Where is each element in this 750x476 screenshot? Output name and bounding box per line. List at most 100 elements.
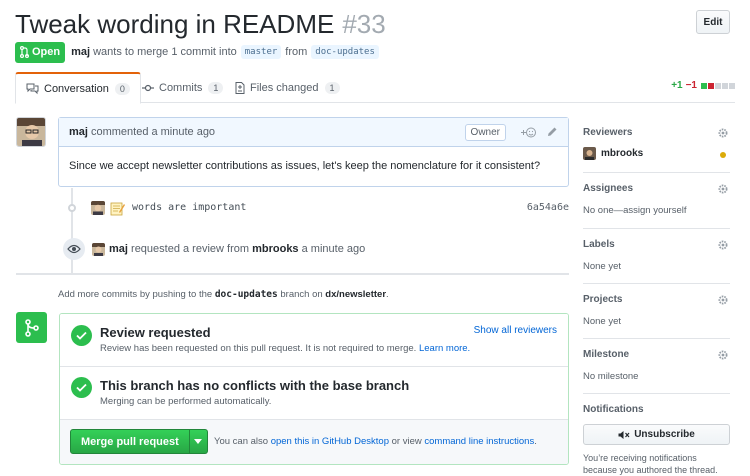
review-status-title: Review requested (100, 325, 211, 340)
comment-header: maj commented a minute ago Owner (59, 118, 568, 147)
git-commit-icon (142, 83, 154, 93)
head-branch: doc-updates (311, 45, 379, 59)
state-label: Open (32, 46, 61, 58)
diffstat-additions: +1 (671, 80, 683, 91)
triangle-down-icon (194, 439, 203, 444)
command-line-instructions-link[interactable]: command line instructions (424, 436, 534, 447)
tab-files-changed[interactable]: Files changed 1 (225, 72, 350, 103)
labels-value: None yet (583, 261, 622, 272)
event-action: requested a review from (131, 243, 250, 255)
check-icon (71, 377, 92, 398)
reviewer-item[interactable]: mbrooks (583, 147, 643, 160)
comment-body: Since we accept newsletter contributions… (69, 160, 541, 172)
merge-text: wants to merge 1 commit into (93, 46, 237, 58)
from-text: from (285, 46, 308, 58)
alt-suffix: . (534, 436, 537, 447)
diffstat-deletions: −1 (685, 80, 697, 91)
notification-reason-line: You’re receiving notifications (583, 453, 697, 463)
gear-icon[interactable] (717, 239, 729, 254)
reviewer-name: mbrooks (601, 148, 644, 159)
alt-prefix: You can also (214, 436, 269, 447)
base-branch: master (240, 45, 282, 59)
merge-method-dropdown[interactable] (189, 429, 208, 454)
learn-more-link[interactable]: Learn more. (419, 343, 470, 354)
push-hint: Add more commits by pushing to the doc-u… (58, 289, 389, 300)
review-status-section: Review requested Show all reviewers Revi… (60, 314, 568, 367)
commit-row: words are important 6a54a6e (58, 197, 569, 219)
comment: maj commented a minute ago Owner Since w… (58, 117, 569, 187)
event-actor[interactable]: maj (109, 243, 128, 255)
unsubscribe-button[interactable]: Unsubscribe (583, 424, 730, 445)
gear-icon[interactable] (717, 127, 729, 142)
sidebar-notifications: Notifications Unsubscribe You’re receivi… (583, 404, 730, 476)
eye-icon (63, 238, 85, 260)
gear-icon[interactable] (717, 294, 729, 309)
conflicts-status-section: This branch has no conflicts with the ba… (60, 367, 568, 420)
tab-counter: 1 (324, 81, 340, 94)
gear-icon[interactable] (717, 183, 729, 198)
comment-time[interactable]: a minute ago (151, 126, 215, 138)
pr-title-row: Tweak wording in README #33 Edit (15, 6, 730, 42)
open-in-desktop-link[interactable]: open this in GitHub Desktop (271, 436, 389, 447)
assign-yourself-link[interactable]: No one—assign yourself (583, 205, 687, 216)
push-hint-branch: doc-updates (214, 289, 278, 300)
show-all-reviewers-link[interactable]: Show all reviewers (474, 325, 557, 336)
review-request-event: maj requested a review from mbrooks a mi… (58, 238, 569, 262)
git-merge-icon (16, 312, 47, 343)
timeline-separator (16, 273, 569, 275)
edit-title-button[interactable]: Edit (696, 10, 730, 34)
diffstat-block (701, 82, 707, 89)
pr-meta: Open maj wants to merge 1 commit into ma… (15, 41, 383, 63)
commit-dot-icon (68, 204, 76, 212)
diffstat-block (729, 82, 735, 89)
alt-middle: or view (391, 436, 422, 447)
review-pending-icon (720, 152, 726, 158)
memo-icon (110, 201, 125, 219)
check-icon (71, 325, 92, 346)
event-actor-avatar[interactable] (92, 243, 105, 256)
pr-title: Tweak wording in README (15, 8, 335, 39)
pr-author-link[interactable]: maj (71, 46, 90, 58)
diffstat-block (708, 82, 714, 89)
comment-action: commented (90, 126, 149, 138)
pr-tabs: Conversation 0 Commits 1 Files changed 1… (15, 72, 735, 104)
comment-discussion-icon (26, 83, 39, 95)
avatar[interactable] (16, 117, 46, 147)
push-hint-middle: branch on (280, 289, 323, 300)
review-status-description: Review has been requested on this pull r… (100, 343, 470, 354)
owner-label: Owner (464, 124, 506, 141)
commit-author-avatar[interactable] (91, 201, 105, 215)
sidebar-heading: Notifications (583, 404, 644, 415)
notification-reason-line: because you authored the thread. (583, 465, 718, 475)
merge-button-group: Merge pull request (70, 429, 208, 454)
merge-pull-request-button[interactable]: Merge pull request (70, 429, 190, 454)
commit-message[interactable]: words are important (132, 202, 246, 213)
event-time[interactable]: a minute ago (302, 243, 366, 255)
tab-counter: 0 (114, 82, 130, 95)
mute-icon (618, 430, 630, 439)
file-diff-icon (235, 81, 245, 94)
commit-sha[interactable]: 6a54a6e (527, 202, 569, 213)
sidebar-labels: Labels None yet (583, 239, 730, 284)
sidebar-heading: Milestone (583, 349, 630, 360)
sidebar-milestone: Milestone No milestone (583, 349, 730, 394)
tab-label: Commits (159, 81, 203, 94)
projects-value: None yet (583, 316, 622, 327)
tab-label: Conversation (44, 82, 109, 95)
push-hint-repo[interactable]: dx/newsletter (325, 289, 386, 300)
tab-commits[interactable]: Commits 1 (132, 72, 233, 103)
event-text: maj requested a review from mbrooks a mi… (109, 243, 365, 255)
gear-icon[interactable] (717, 349, 729, 364)
comment-author[interactable]: maj (69, 126, 88, 138)
notification-reason: You’re receiving notifications because y… (583, 452, 733, 476)
event-reviewer[interactable]: mbrooks (252, 243, 298, 255)
pr-number: #33 (342, 8, 386, 39)
tab-conversation[interactable]: Conversation 0 (15, 72, 141, 104)
diffstat[interactable]: +1 −1 (671, 80, 735, 91)
add-reaction-icon[interactable] (520, 126, 536, 142)
sidebar-heading: Reviewers (583, 127, 633, 138)
merge-alternatives: You can also open this in GitHub Desktop… (214, 436, 537, 447)
sidebar-heading: Assignees (583, 183, 634, 194)
merge-footer: Merge pull request You can also open thi… (60, 420, 568, 464)
pencil-icon[interactable] (546, 126, 558, 141)
